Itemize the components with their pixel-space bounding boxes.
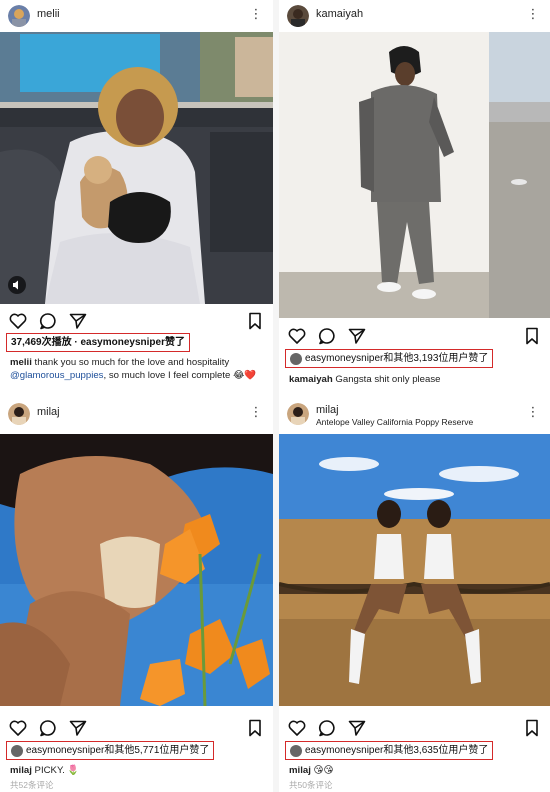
share-icon[interactable] <box>68 311 88 331</box>
caption-emoji: 😂❤️ <box>233 370 257 381</box>
caption-mention[interactable]: @glamorous_puppies <box>10 370 103 381</box>
post-header: milaj Antelope Valley California Poppy R… <box>279 398 550 430</box>
post-username[interactable]: melii <box>37 8 60 20</box>
post-caption: melii thank you so much for the love and… <box>10 356 267 382</box>
heart-icon[interactable] <box>8 311 28 331</box>
heart-icon[interactable] <box>287 718 307 738</box>
post-kamaiyah: kamaiyah ⋮ easymoneysniper和其他3,193位用户赞了 … <box>279 0 550 396</box>
liker-avatar <box>290 352 302 365</box>
comment-icon[interactable] <box>317 718 337 738</box>
more-icon[interactable]: ⋮ <box>250 6 264 22</box>
avatar[interactable] <box>8 403 30 425</box>
avatar[interactable] <box>8 5 30 27</box>
share-icon[interactable] <box>347 718 367 738</box>
bookmark-icon[interactable] <box>522 326 542 346</box>
view-comments-link[interactable]: 共50条评论 <box>289 779 332 791</box>
post-username[interactable]: milaj <box>37 406 60 418</box>
post-location[interactable]: Antelope Valley California Poppy Reserve <box>316 417 473 427</box>
caption-username[interactable]: milaj <box>10 765 32 776</box>
caption-username[interactable]: kamaiyah <box>289 374 333 385</box>
post-photo[interactable] <box>279 32 550 318</box>
caption-text: 😘😘 <box>313 765 334 776</box>
post-caption: milaj PICKY. 🌷 <box>10 764 267 777</box>
likes-text: easymoneysniper和其他3,635位用户赞了 <box>305 744 489 756</box>
comment-icon[interactable] <box>38 311 58 331</box>
action-bar <box>279 326 550 348</box>
action-bar <box>0 718 273 740</box>
post-username[interactable]: milaj <box>316 404 339 416</box>
caption-text: Gangsta shit only please <box>335 374 441 385</box>
likes-count[interactable]: easymoneysniper和其他3,635位用户赞了 <box>285 741 494 760</box>
likes-text: easymoneysniper和其他3,193位用户赞了 <box>305 352 489 364</box>
avatar[interactable] <box>287 5 309 27</box>
post-milaj-2: milaj Antelope Valley California Poppy R… <box>279 398 550 792</box>
post-video[interactable] <box>0 32 273 304</box>
post-photo[interactable] <box>279 434 550 706</box>
more-icon[interactable]: ⋮ <box>250 404 264 420</box>
action-bar <box>0 311 273 333</box>
post-milaj-1: milaj ⋮ easymoneysniper和其他5,771位用户赞了 mil… <box>0 398 273 792</box>
likes-count[interactable]: easymoneysniper和其他5,771位用户赞了 <box>6 741 215 760</box>
liker-avatar <box>11 744 23 757</box>
caption-text: PICKY. 🌷 <box>34 765 80 776</box>
share-icon[interactable] <box>68 718 88 738</box>
avatar[interactable] <box>287 403 309 425</box>
post-melii: melii ⋮ 37,469次播放 · easymoneysniper赞了 me… <box>0 0 273 396</box>
caption-username[interactable]: melii <box>10 357 32 368</box>
comment-icon[interactable] <box>317 326 337 346</box>
post-header: milaj ⋮ <box>0 398 273 430</box>
likes-count[interactable]: easymoneysniper和其他3,193位用户赞了 <box>285 349 494 368</box>
post-header: melii ⋮ <box>0 0 273 32</box>
more-icon[interactable]: ⋮ <box>527 404 541 420</box>
bookmark-icon[interactable] <box>245 311 265 331</box>
liker-avatar <box>290 744 302 757</box>
comment-icon[interactable] <box>38 718 58 738</box>
heart-icon[interactable] <box>8 718 28 738</box>
bookmark-icon[interactable] <box>522 718 542 738</box>
caption-username[interactable]: milaj <box>289 765 311 776</box>
likes-count[interactable]: 37,469次播放 · easymoneysniper赞了 <box>6 333 190 352</box>
action-bar <box>279 718 550 740</box>
more-icon[interactable]: ⋮ <box>527 6 541 22</box>
post-header: kamaiyah ⋮ <box>279 0 550 32</box>
post-username[interactable]: kamaiyah <box>316 8 363 20</box>
heart-icon[interactable] <box>287 326 307 346</box>
caption-text-2: , so much love I feel complete <box>103 370 231 381</box>
likes-text: easymoneysniper和其他5,771位用户赞了 <box>26 744 210 756</box>
mute-icon[interactable] <box>8 276 26 294</box>
view-comments-link[interactable]: 共52条评论 <box>10 779 53 791</box>
share-icon[interactable] <box>347 326 367 346</box>
caption-text: thank you so much for the love and hospi… <box>34 357 230 368</box>
post-caption: kamaiyah Gangsta shit only please <box>289 373 544 386</box>
post-photo[interactable] <box>0 434 273 706</box>
bookmark-icon[interactable] <box>245 718 265 738</box>
post-caption: milaj 😘😘 <box>289 764 544 777</box>
likes-text: 37,469次播放 · easymoneysniper赞了 <box>11 336 185 348</box>
